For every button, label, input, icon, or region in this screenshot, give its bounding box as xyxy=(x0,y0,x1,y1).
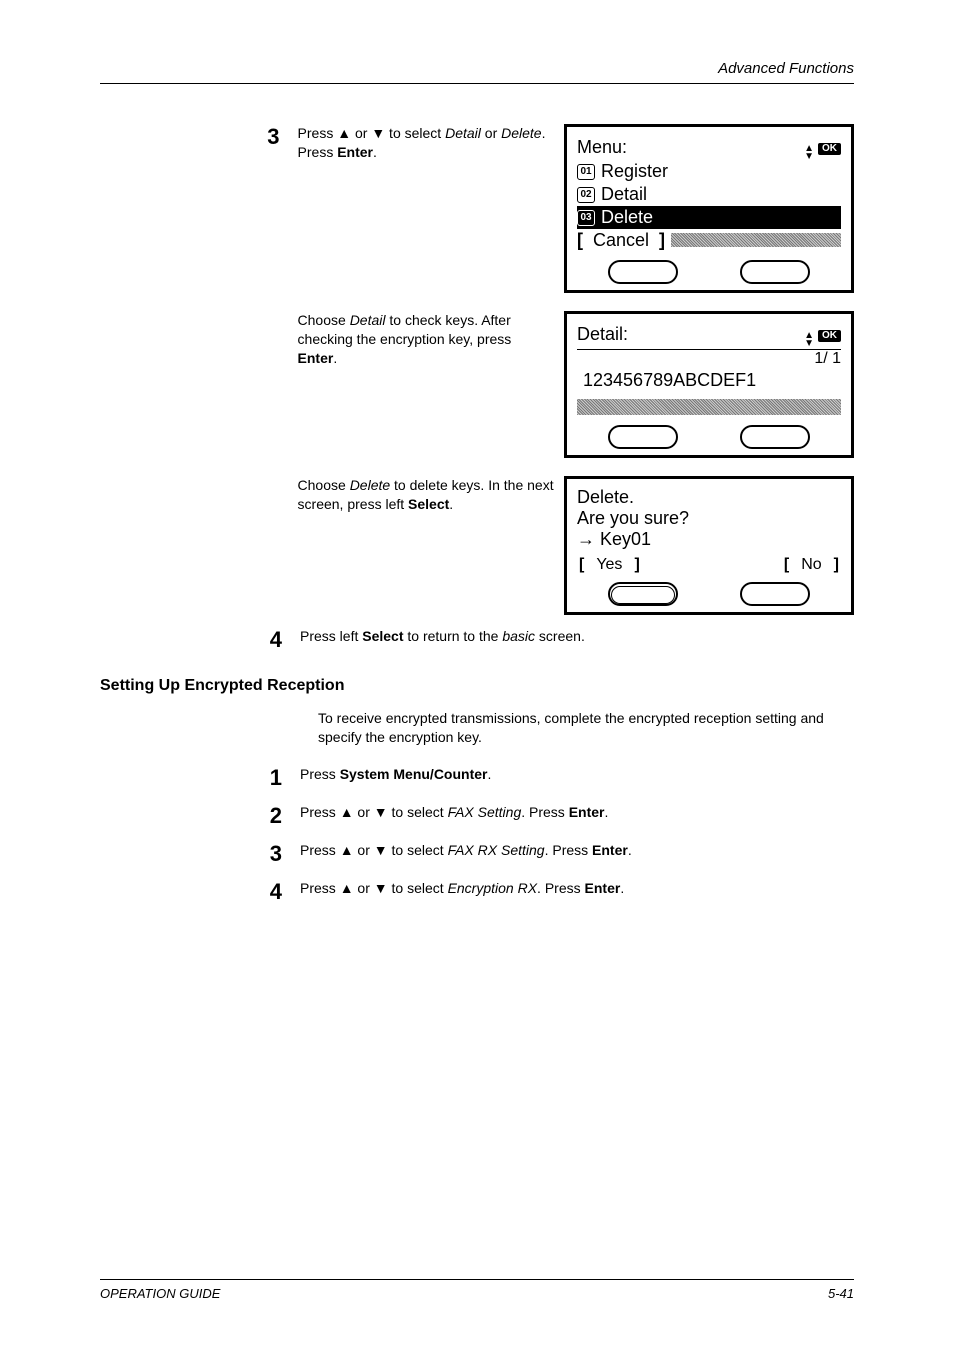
s4-text: Press ▲ or ▼ to select Encryption RX. Pr… xyxy=(300,879,840,898)
footer-guide: OPERATION GUIDE xyxy=(100,1286,220,1301)
lcd-menu: Menu: ▲▼OK 01 Register 02 Detail 03 Dele… xyxy=(564,124,854,293)
left-soft-button[interactable] xyxy=(608,582,678,606)
section-heading: Setting Up Encrypted Reception xyxy=(100,677,854,695)
right-soft-button[interactable] xyxy=(740,260,810,284)
detail-page: 1/ 1 xyxy=(577,350,841,368)
menu-item-detail[interactable]: 02 Detail xyxy=(577,183,841,206)
left-soft-button[interactable] xyxy=(608,260,678,284)
step4-text: Press left Select to return to the basic… xyxy=(300,627,840,646)
updown-icon: ▲▼ xyxy=(804,332,814,347)
right-soft-button[interactable] xyxy=(740,582,810,606)
lcd-detail: Detail: ▲▼OK 1/ 1 123456789ABCDEF1 xyxy=(564,311,854,458)
section-intro: To receive encrypted transmissions, comp… xyxy=(318,709,838,747)
step-number-1b: 1 xyxy=(100,765,300,791)
menu-item-register[interactable]: 01 Register xyxy=(577,160,841,183)
step-number-4: 4 xyxy=(100,627,300,653)
lcd-delete-confirm: Delete. Are you sure? → Key01 [Yes] [No] xyxy=(564,476,854,615)
s1-text: Press System Menu/Counter. xyxy=(300,765,840,784)
num-icon-02: 02 xyxy=(577,187,595,203)
softkey-no[interactable]: [No] xyxy=(784,556,839,574)
softkey-yes[interactable]: [Yes] xyxy=(579,556,640,574)
shaded-bar xyxy=(671,233,841,247)
menu-softkey-cancel[interactable]: [ Cancel ] xyxy=(577,229,841,252)
menu-item-delete[interactable]: 03 Delete xyxy=(577,206,841,229)
footer-page-number: 5-41 xyxy=(828,1286,854,1301)
left-soft-button[interactable] xyxy=(608,425,678,449)
step-number-2b: 2 xyxy=(100,803,300,829)
num-icon-03: 03 xyxy=(577,210,595,226)
step-number-3: 3 xyxy=(100,124,298,150)
shaded-bar xyxy=(577,399,841,415)
detail-value: 123456789ABCDEF1 xyxy=(577,368,841,399)
num-icon-01: 01 xyxy=(577,164,595,180)
section-header: Advanced Functions xyxy=(100,60,854,77)
header-rule xyxy=(100,83,854,84)
step-number-3b: 3 xyxy=(100,841,300,867)
delete-instruction: Choose Delete to delete keys. In the nex… xyxy=(298,476,564,514)
delete-line2: Are you sure? xyxy=(577,508,841,529)
ok-icon: OK xyxy=(818,330,841,342)
s2-text: Press ▲ or ▼ to select FAX Setting. Pres… xyxy=(300,803,840,822)
page-footer: OPERATION GUIDE 5-41 xyxy=(100,1279,854,1301)
delete-line1: Delete. xyxy=(577,487,841,508)
ok-icon: OK xyxy=(818,143,841,155)
detail-instruction: Choose Detail to check keys. After check… xyxy=(298,311,564,368)
step3-text: Press ▲ or ▼ to select Detail or Delete.… xyxy=(298,124,564,162)
s3-text: Press ▲ or ▼ to select FAX RX Setting. P… xyxy=(300,841,840,860)
delete-line3: → Key01 xyxy=(577,529,841,550)
step-number-4b: 4 xyxy=(100,879,300,905)
right-soft-button[interactable] xyxy=(740,425,810,449)
updown-icon: ▲▼ xyxy=(804,145,814,160)
